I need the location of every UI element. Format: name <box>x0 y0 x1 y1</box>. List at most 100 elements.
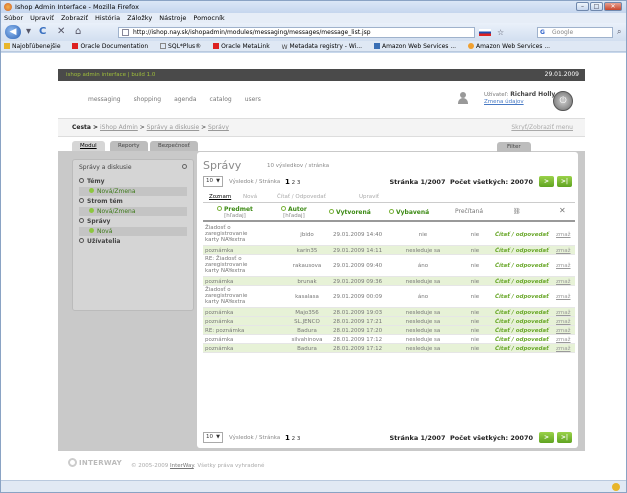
menu-edit[interactable]: Upraviť <box>30 14 54 22</box>
company-link[interactable]: InterWay <box>170 463 194 469</box>
sidebar-item-temy[interactable]: Témy <box>79 178 105 186</box>
delete-link[interactable]: zmaž <box>556 263 571 269</box>
table-row[interactable]: RE: Žiadosť o zaregistrovanie karty NAYext… <box>203 255 575 277</box>
per-page-select[interactable]: 10 ▼ <box>203 176 223 187</box>
column-author[interactable]: Autor [hľadaj] <box>281 206 307 219</box>
breadcrumb-link[interactable]: iShop Admin <box>100 124 138 131</box>
table-row[interactable]: poznámka Badura 28.01.2009 17:12 nesleduje … <box>203 344 575 353</box>
close-button[interactable]: ✕ <box>604 2 622 11</box>
delete-link[interactable]: zmaž <box>556 319 571 325</box>
column-handled[interactable]: Vybavená <box>389 209 429 216</box>
delete-link[interactable]: zmaž <box>556 310 571 316</box>
menu-bookmarks[interactable]: Záložky <box>127 14 152 22</box>
nav-agenda[interactable]: agenda <box>174 96 196 103</box>
bookmark-item[interactable]: Amazon Web Services ... <box>467 43 555 50</box>
sidebar-subitem-new[interactable]: Nová/Zmena <box>79 187 187 196</box>
table-row[interactable]: Žiadosť o zaregistrovanie karty NAYextra ka… <box>203 286 575 308</box>
logout-power-icon[interactable]: ⏻ <box>553 91 573 111</box>
tab-citat[interactable]: Čítať / Odpovedať <box>277 192 326 202</box>
sidebar-subitem-new[interactable]: Nová <box>79 227 187 236</box>
search-magnifier-icon[interactable]: ⌕ <box>617 26 621 38</box>
bookmark-item[interactable]: SQL*Plus® <box>160 43 206 50</box>
tab-modul[interactable]: Modul <box>72 141 105 151</box>
table-row[interactable]: poznámka SL.JENCO 28.01.2009 17:21 nesleduj… <box>203 317 575 326</box>
table-row[interactable]: poznámka brunak 29.01.2009 09:36 nesleduje … <box>203 277 575 286</box>
reply-link[interactable]: Čítať / odpovedať <box>495 310 549 316</box>
per-page-select[interactable]: 10 ▼ <box>203 432 223 443</box>
breadcrumb-link[interactable]: Správy <box>208 124 229 131</box>
delete-link[interactable]: zmaž <box>556 294 571 300</box>
back-arrow-icon[interactable]: ◀ <box>5 25 21 39</box>
tab-filter[interactable]: Filter <box>497 142 531 152</box>
tab-bezpecnost[interactable]: Bezpečnosť <box>150 141 198 151</box>
url-bar[interactable]: http://ishop.nay.sk/ishopadmin/modules/m… <box>118 27 475 38</box>
menu-help[interactable]: Pomocník <box>193 14 224 22</box>
reply-link[interactable]: Čítať / odpovedať <box>495 279 549 285</box>
reply-link[interactable]: Čítať / odpovedať <box>495 337 549 343</box>
delete-link[interactable]: zmaž <box>556 279 571 285</box>
tab-nova[interactable]: Nová <box>243 192 257 202</box>
column-created[interactable]: Vytvorená <box>329 209 371 216</box>
tab-upravit[interactable]: Upraviť <box>359 192 379 202</box>
reply-link[interactable]: Čítať / odpovedať <box>495 328 549 334</box>
delete-link[interactable]: zmaž <box>556 328 571 334</box>
table-row[interactable]: RE: poznámka Badura 28.01.2009 17:20 nesled… <box>203 326 575 335</box>
home-icon[interactable]: ⌂ <box>75 26 81 38</box>
reply-link[interactable]: Čítať / odpovedať <box>495 232 549 238</box>
menu-view[interactable]: Zobraziť <box>61 14 88 22</box>
bookmark-item[interactable]: Oracle Documentation <box>72 43 153 50</box>
menu-tools[interactable]: Nástroje <box>159 14 186 22</box>
reply-link[interactable]: Čítať / odpovedať <box>495 294 549 300</box>
nav-users[interactable]: users <box>245 96 261 103</box>
table-row[interactable]: poznámka silvahinova 28.01.2009 17:12 nesle… <box>203 335 575 344</box>
reply-link[interactable]: Čítať / odpovedať <box>495 248 549 254</box>
next-page-button[interactable]: > <box>539 176 554 187</box>
page-link[interactable]: 3 <box>297 436 301 442</box>
sidebar-item-uzivatelia[interactable]: Užívatelia <box>79 238 120 246</box>
page-link[interactable]: 1 <box>285 434 290 442</box>
table-row[interactable]: Žiadosť o zaregistrovanie karty NAYextra jb… <box>203 224 575 246</box>
last-page-button[interactable]: >| <box>557 432 572 443</box>
column-subject[interactable]: Predmet [hľadaj] <box>217 206 253 219</box>
reply-link[interactable]: Čítať / odpovedať <box>495 319 549 325</box>
maximize-button[interactable]: □ <box>590 2 603 11</box>
forward-dropdown-icon[interactable]: ▾ <box>26 26 31 38</box>
sidebar-settings-icon[interactable] <box>182 164 187 169</box>
search-input[interactable]: G Google <box>537 27 613 38</box>
last-page-button[interactable]: >| <box>557 176 572 187</box>
minimize-button[interactable]: – <box>576 2 589 11</box>
edit-profile-link[interactable]: Zmena údajov <box>484 99 524 105</box>
reply-link[interactable]: Čítať / odpovedať <box>495 263 549 269</box>
bookmark-item[interactable]: Amazon Web Services ... <box>373 43 461 50</box>
page-link[interactable]: 3 <box>297 180 301 186</box>
tab-reporty[interactable]: Reporty <box>110 141 148 151</box>
page-link[interactable]: 2 <box>292 436 296 442</box>
bookmark-item[interactable]: Oracle MetaLink <box>213 43 275 50</box>
sidebar-subitem-new[interactable]: Nová/Zmena <box>79 207 187 216</box>
bookmark-item[interactable]: Najobľúbenejšie <box>4 43 66 50</box>
delete-link[interactable]: zmaž <box>556 232 571 238</box>
sidebar-item-spravy[interactable]: Správy <box>79 218 110 226</box>
nav-catalog[interactable]: catalog <box>210 96 232 103</box>
reply-link[interactable]: Čítať / odpovedať <box>495 346 549 352</box>
bookmark-item[interactable]: W Metadata registry - Wi... <box>282 43 367 51</box>
stop-icon[interactable]: ✕ <box>57 26 65 38</box>
reload-icon[interactable]: C <box>39 26 46 38</box>
toggle-menu-link[interactable]: Skryť/Zobraziť menu <box>511 119 573 137</box>
nav-messaging[interactable]: messaging <box>88 96 121 103</box>
star-bookmark-icon[interactable]: ☆ <box>497 27 504 39</box>
nav-shopping[interactable]: shopping <box>134 96 162 103</box>
menu-file[interactable]: Súbor <box>4 14 23 22</box>
page-link[interactable]: 2 <box>292 180 296 186</box>
tab-zoznam[interactable]: Zoznam <box>209 192 231 202</box>
delete-link[interactable]: zmaž <box>556 337 571 343</box>
breadcrumb-link[interactable]: Správy a diskusie <box>147 124 200 131</box>
delete-link[interactable]: zmaž <box>556 248 571 254</box>
sidebar-item-strom-tem[interactable]: Strom tém <box>79 198 123 206</box>
table-row[interactable]: poznámka Majo356 28.01.2009 19:03 nesleduje… <box>203 308 575 317</box>
menu-history[interactable]: História <box>95 14 120 22</box>
page-link[interactable]: 1 <box>285 178 290 186</box>
table-row[interactable]: poznámka karin35 29.01.2009 14:11 nesleduje… <box>203 246 575 255</box>
delete-link[interactable]: zmaž <box>556 346 571 352</box>
next-page-button[interactable]: > <box>539 432 554 443</box>
